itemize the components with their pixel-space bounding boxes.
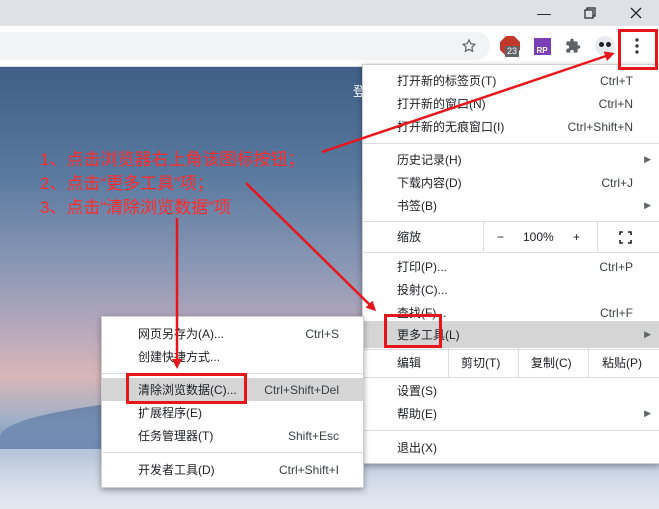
- arrow-to-menu-button: [321, 51, 615, 154]
- annotation-arrows: [172, 51, 615, 369]
- arrow-to-more-tools: [245, 182, 377, 312]
